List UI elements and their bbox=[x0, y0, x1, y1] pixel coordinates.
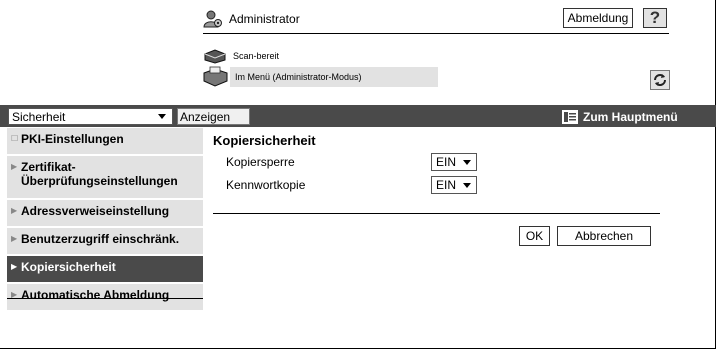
device-status: Scan-bereit bbox=[203, 47, 279, 65]
sidebar-item-copy-security[interactable]: ▶ Kopiersicherheit bbox=[7, 256, 203, 284]
help-icon: ? bbox=[649, 8, 661, 27]
printer-icon bbox=[204, 49, 226, 64]
triangle-right-icon: ▶ bbox=[11, 162, 18, 171]
triangle-right-icon: ▶ bbox=[11, 206, 18, 215]
sidebar-item-pki-settings[interactable]: ☐ PKI-Einstellungen bbox=[7, 128, 203, 156]
copy-lock-label: Kopiersperre bbox=[226, 155, 295, 169]
refresh-button[interactable] bbox=[650, 70, 670, 90]
mode-indicator: Im Menü (Administrator-Modus) bbox=[203, 66, 438, 88]
sidebar-divider bbox=[7, 298, 203, 299]
copy-lock-value: EIN bbox=[436, 155, 457, 169]
chevron-down-icon bbox=[463, 160, 471, 165]
device-status-text: Scan-bereit bbox=[233, 51, 280, 61]
chevron-down-icon bbox=[463, 183, 471, 188]
sidebar-item-label: Zertifikat- Überprüfungseinstellungen bbox=[21, 160, 178, 188]
page-title: Kopiersicherheit bbox=[213, 133, 316, 148]
logout-button[interactable]: Abmeldung bbox=[563, 8, 633, 28]
refresh-icon bbox=[654, 74, 666, 86]
header-divider bbox=[203, 33, 669, 34]
copy-lock-select[interactable]: EIN bbox=[431, 153, 477, 171]
password-copy-label: Kennwortkopie bbox=[226, 178, 306, 192]
sidebar: ☐ PKI-Einstellungen ▶ Zertifikat- Überpr… bbox=[7, 128, 203, 312]
mode-text: Im Menü (Administrator-Modus) bbox=[230, 67, 438, 87]
sidebar-item-label: Benutzerzugriff einschränk. bbox=[21, 232, 180, 246]
triangle-right-icon: ▶ bbox=[11, 234, 18, 243]
main-menu-button[interactable]: Zum Hauptmenü bbox=[562, 108, 678, 125]
sidebar-item-label: PKI-Einstellungen bbox=[21, 132, 124, 146]
user-name: Administrator bbox=[229, 12, 300, 26]
bullet-icon: ☐ bbox=[11, 134, 19, 143]
category-select-value: Sicherheit bbox=[12, 109, 66, 124]
admin-user-icon bbox=[203, 10, 222, 28]
content-divider bbox=[213, 213, 660, 214]
category-select[interactable]: Sicherheit bbox=[8, 108, 173, 125]
help-button[interactable]: ? bbox=[643, 8, 667, 28]
sidebar-item-user-access[interactable]: ▶ Benutzerzugriff einschränk. bbox=[7, 228, 203, 256]
menu-mode-icon bbox=[203, 66, 228, 87]
user-info: Administrator bbox=[203, 8, 300, 30]
sidebar-item-address-reference[interactable]: ▶ Adressverweiseinstellung bbox=[7, 200, 203, 228]
sidebar-item-certificate-check[interactable]: ▶ Zertifikat- Überprüfungseinstellungen bbox=[7, 156, 203, 200]
main-menu-label: Zum Hauptmenü bbox=[583, 109, 678, 124]
cancel-button[interactable]: Abbrechen bbox=[557, 226, 651, 246]
triangle-right-icon: ▶ bbox=[11, 262, 18, 271]
chevron-down-icon bbox=[158, 114, 166, 119]
password-copy-value: EIN bbox=[436, 178, 457, 192]
sidebar-item-label: Kopiersicherheit bbox=[21, 260, 116, 274]
main-menu-icon bbox=[562, 109, 578, 124]
show-button[interactable]: Anzeigen bbox=[177, 108, 250, 125]
ok-button[interactable]: OK bbox=[519, 226, 550, 246]
password-copy-select[interactable]: EIN bbox=[431, 176, 477, 194]
sidebar-item-label: Automatische Abmeldung bbox=[21, 288, 170, 302]
sidebar-item-label: Adressverweiseinstellung bbox=[21, 204, 170, 218]
